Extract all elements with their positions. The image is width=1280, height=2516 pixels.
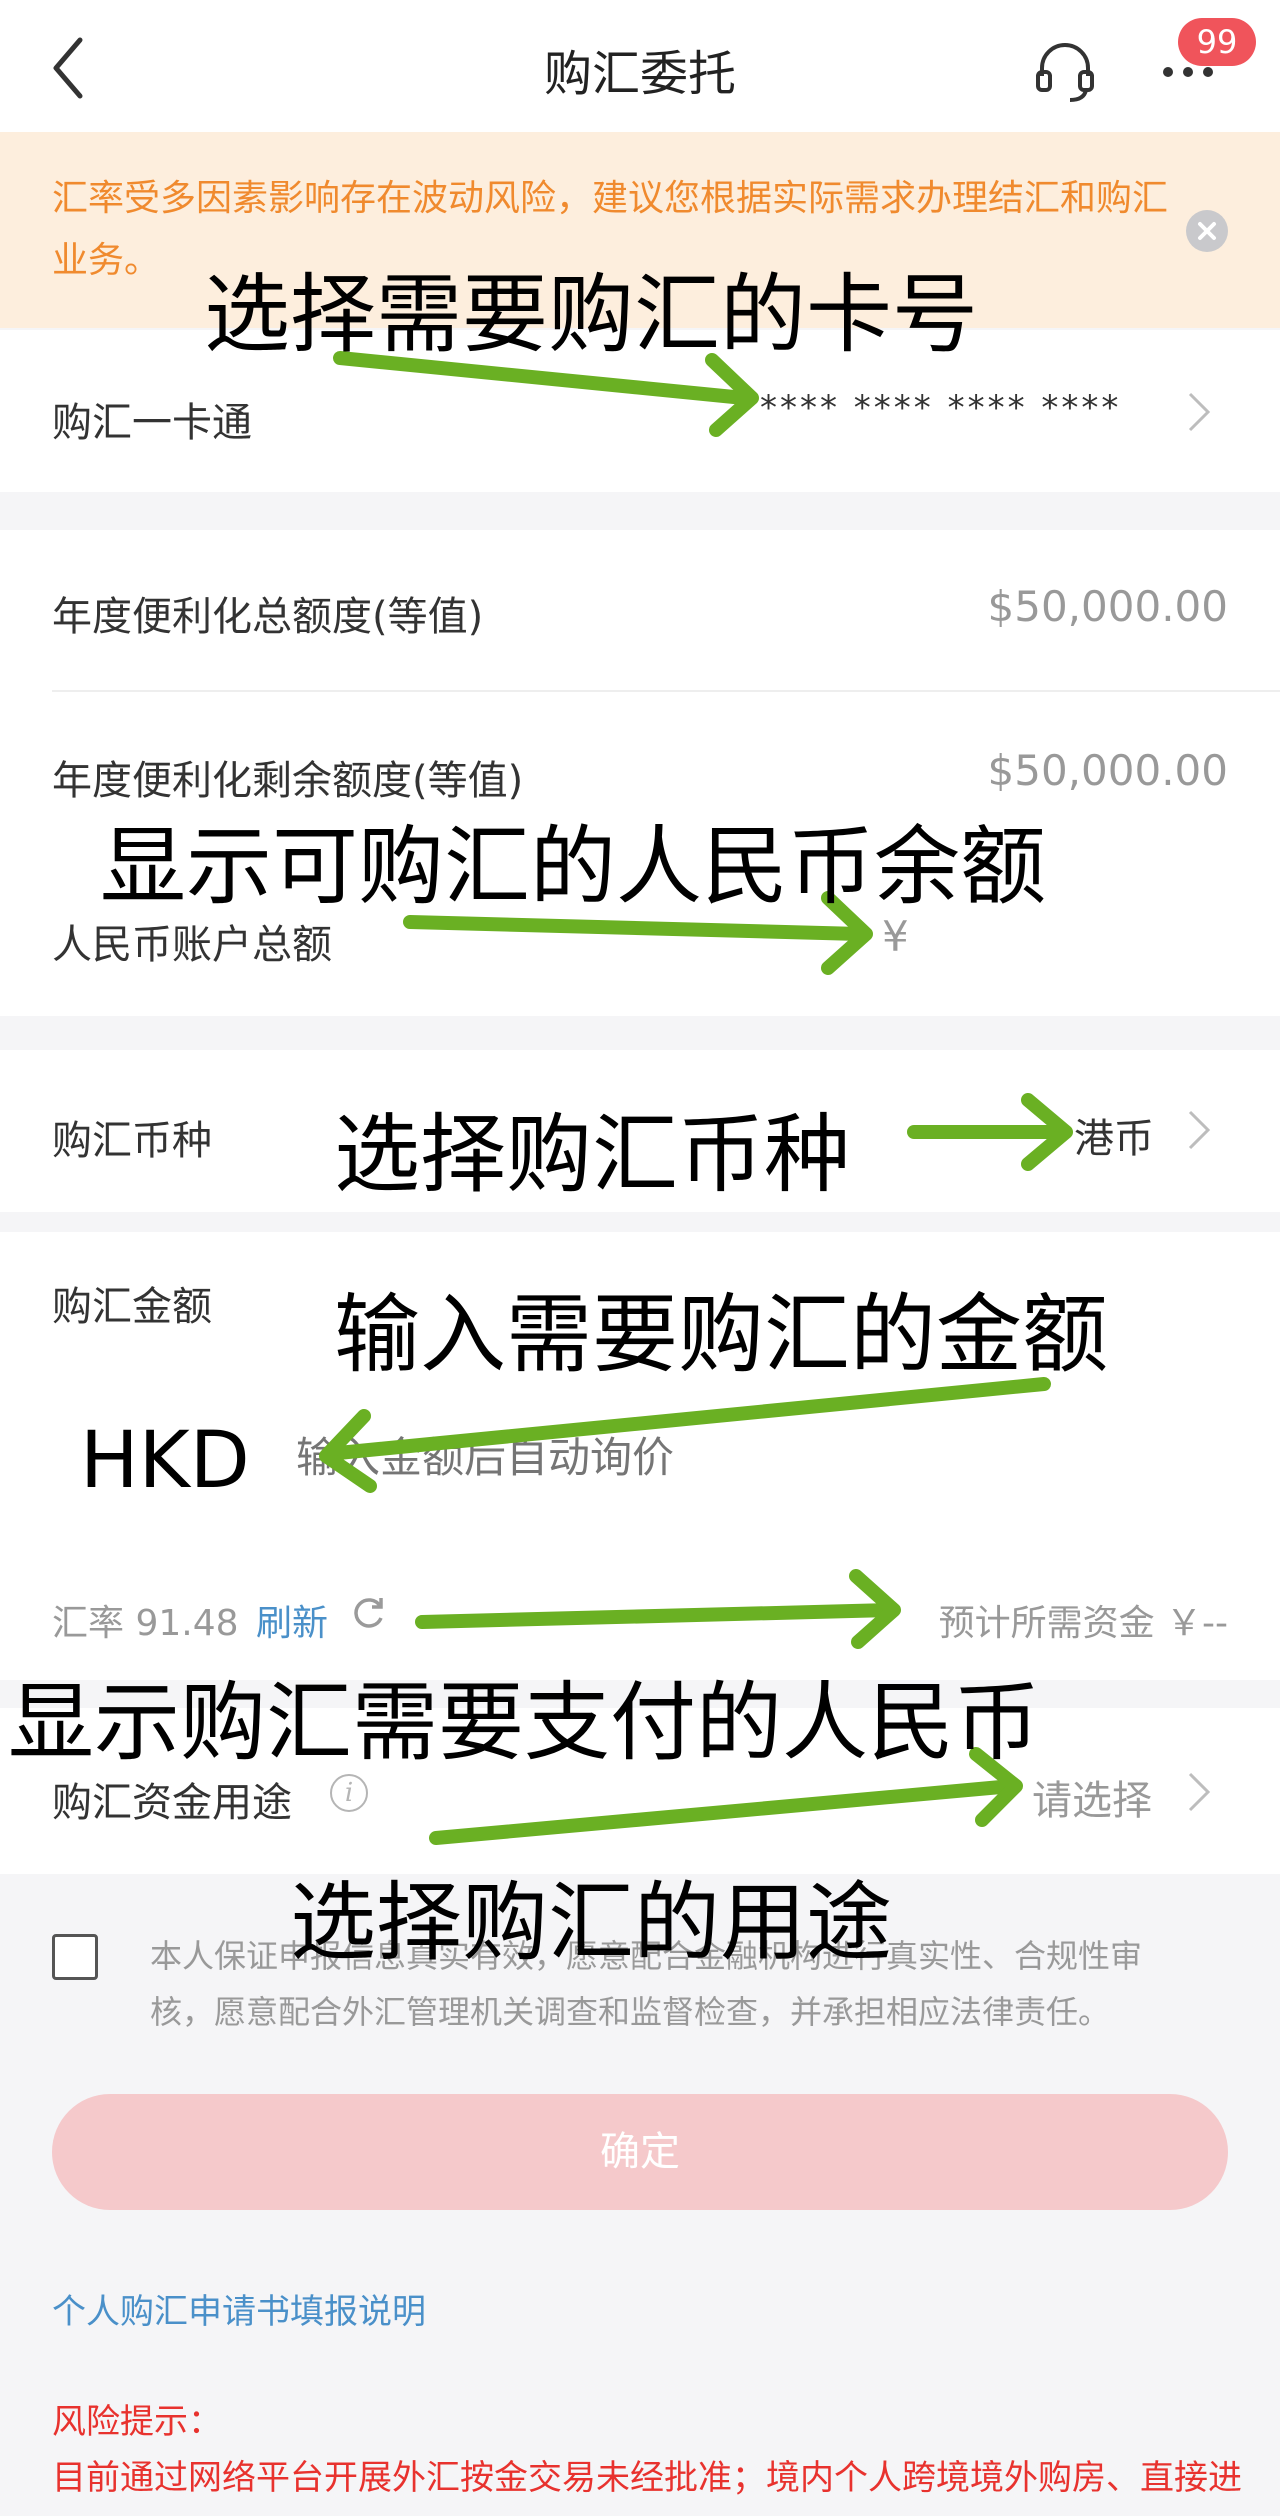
chevron-left-icon bbox=[53, 37, 83, 99]
purpose-label: 购汇资金用途 bbox=[52, 1780, 292, 1826]
info-icon[interactable]: i bbox=[330, 1774, 368, 1812]
close-icon bbox=[1198, 222, 1216, 240]
currency-code: HKD bbox=[80, 1416, 250, 1506]
purpose-value: 请选择 bbox=[1032, 1778, 1152, 1824]
exchange-rate: 汇率 91.48 bbox=[52, 1603, 239, 1644]
annotation-show-balance: 显示可购汇的人民币余额 bbox=[100, 817, 1046, 917]
notification-badge: 99 bbox=[1178, 18, 1256, 66]
refresh-icon[interactable] bbox=[348, 1592, 388, 1632]
chevron-right-icon bbox=[1188, 392, 1211, 432]
annotation-select-currency: 选择购汇币种 bbox=[334, 1105, 850, 1205]
annotation-select-purpose: 选择购汇的用途 bbox=[290, 1873, 892, 1973]
annotation-enter-amount: 输入需要购汇的金额 bbox=[334, 1285, 1108, 1385]
divider bbox=[52, 690, 1280, 692]
card-label: 购汇一卡通 bbox=[52, 400, 252, 446]
annotation-show-payment: 显示购汇需要支付的人民币 bbox=[8, 1673, 1040, 1773]
amount-label: 购汇金额 bbox=[52, 1284, 212, 1330]
annual-remaining-quota-value: $50,000.00 bbox=[987, 746, 1228, 795]
card-number: **** **** **** **** bbox=[760, 388, 1122, 428]
amount-input[interactable] bbox=[296, 1422, 1196, 1492]
annotation-select-card: 选择需要购汇的卡号 bbox=[204, 265, 978, 365]
annual-total-quota-label: 年度便利化总额度(等值) bbox=[52, 594, 484, 640]
risk-title: 风险提示： bbox=[52, 2402, 222, 2442]
banner-close-button[interactable] bbox=[1186, 210, 1228, 252]
headset-icon bbox=[1036, 43, 1094, 102]
back-button[interactable] bbox=[40, 30, 104, 106]
currency-value: 港币 bbox=[1074, 1116, 1154, 1162]
customer-service-button[interactable] bbox=[1030, 36, 1100, 106]
chevron-right-icon bbox=[1188, 1110, 1211, 1150]
annual-total-quota-value: $50,000.00 bbox=[987, 582, 1228, 631]
refresh-rate-link[interactable]: 刷新 bbox=[256, 1594, 328, 1646]
risk-text: 目前通过网络平台开展外汇按金交易未经批准；境内个人跨境境外购房、直接进 bbox=[52, 2458, 1242, 2498]
declaration-checkbox[interactable] bbox=[52, 1934, 98, 1980]
confirm-button[interactable]: 确定 bbox=[52, 2094, 1228, 2210]
currency-label: 购汇币种 bbox=[52, 1118, 212, 1164]
application-guide-link[interactable]: 个人购汇申请书填报说明 bbox=[52, 2284, 426, 2333]
estimated-funds: 预计所需资金 ￥-- bbox=[938, 1603, 1228, 1644]
chevron-right-icon bbox=[1188, 1772, 1211, 1812]
